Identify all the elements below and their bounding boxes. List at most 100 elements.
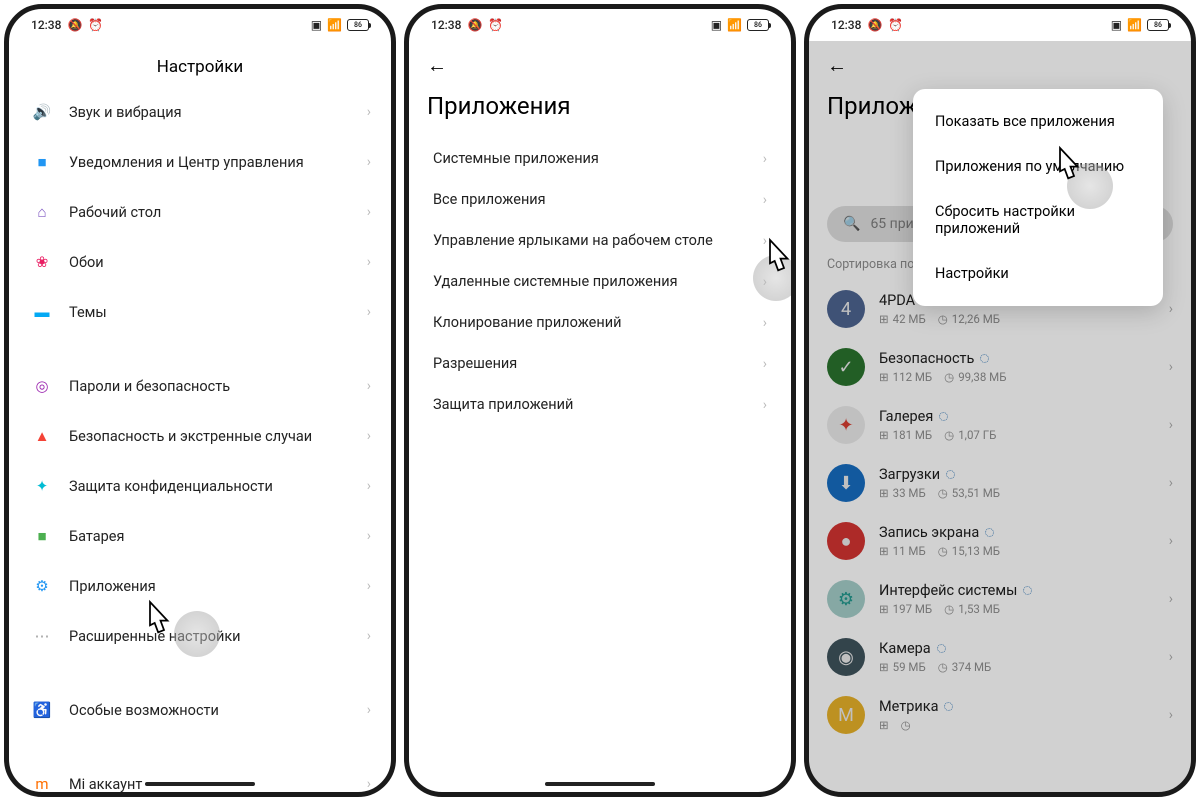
cast-icon: ▣: [311, 18, 322, 32]
chevron-right-icon: ›: [367, 428, 371, 444]
row-label: Безопасность и экстренные случаи: [69, 428, 367, 445]
settings-row[interactable]: ■ Батарея ›: [15, 511, 385, 561]
chevron-right-icon: ›: [367, 154, 371, 170]
row-label: Удаленные системные приложения: [433, 273, 763, 290]
apps-nav-row[interactable]: Клонирование приложений ›: [415, 302, 785, 343]
row-icon: ■: [29, 149, 55, 175]
back-button[interactable]: ←: [427, 53, 447, 77]
row-label: Звук и вибрация: [69, 104, 367, 121]
settings-row[interactable]: ⚙ Приложения ›: [15, 561, 385, 611]
row-label: Обои: [69, 254, 367, 271]
chevron-right-icon: ›: [763, 233, 767, 249]
apps-nav-row[interactable]: Удаленные системные приложения ›: [415, 261, 785, 302]
watermark: [174, 611, 220, 657]
settings-row[interactable]: ♿ Особые возможности ›: [15, 685, 385, 735]
wifi-icon: 📶: [1127, 18, 1142, 32]
dnd-icon: 🔕: [67, 18, 82, 32]
row-icon: 🔊: [29, 99, 55, 125]
row-label: Защита конфиденциальности: [69, 478, 367, 495]
status-time: 12:38: [431, 18, 461, 32]
menu-item[interactable]: Настройки: [913, 251, 1163, 296]
row-label: Рабочий стол: [69, 204, 367, 221]
settings-row[interactable]: ■ Уведомления и Центр управления ›: [15, 137, 385, 187]
row-label: Все приложения: [433, 191, 763, 208]
dnd-icon: 🔕: [867, 18, 882, 32]
chevron-right-icon: ›: [763, 356, 767, 372]
chevron-right-icon: ›: [763, 315, 767, 331]
settings-row[interactable]: ❀ Обои ›: [15, 237, 385, 287]
row-icon: ⋯: [29, 623, 55, 649]
settings-row[interactable]: m Mi аккаунт ›: [15, 759, 385, 792]
watermark: [1067, 163, 1113, 209]
row-label: Защита приложений: [433, 396, 763, 413]
wifi-icon: 📶: [327, 18, 342, 32]
watermark: [753, 255, 791, 301]
cast-icon: ▣: [711, 18, 722, 32]
chevron-right-icon: ›: [367, 578, 371, 594]
row-label: Приложения: [69, 578, 367, 595]
home-indicator[interactable]: [145, 782, 255, 786]
row-icon: ⚙: [29, 573, 55, 599]
settings-row[interactable]: ✦ Защита конфиденциальности ›: [15, 461, 385, 511]
chevron-right-icon: ›: [367, 702, 371, 718]
status-bar: 12:38 🔕 ⏰ ▣ 📶 86: [809, 9, 1191, 41]
battery-icon: 86: [747, 19, 769, 31]
settings-row[interactable]: ▬ Темы ›: [15, 287, 385, 337]
settings-row[interactable]: ▲ Безопасность и экстренные случаи ›: [15, 411, 385, 461]
menu-item[interactable]: Приложения по умолчанию: [913, 144, 1163, 189]
row-icon: m: [29, 771, 55, 792]
row-label: Пароли и безопасность: [69, 378, 367, 395]
chevron-right-icon: ›: [367, 628, 371, 644]
alarm-icon: ⏰: [488, 18, 503, 32]
status-time: 12:38: [831, 18, 861, 32]
chevron-right-icon: ›: [367, 304, 371, 320]
status-bar: 12:38 🔕 ⏰ ▣ 📶 86: [9, 9, 391, 41]
apps-nav-list: Системные приложения ›Все приложения ›Уп…: [409, 138, 791, 425]
phone-settings: 12:38 🔕 ⏰ ▣ 📶 86 Настройки 🔊 Звук и вибр…: [4, 4, 396, 797]
apps-nav-row[interactable]: Управление ярлыками на рабочем столе ›: [415, 220, 785, 261]
battery-icon: 86: [347, 19, 369, 31]
menu-item[interactable]: Показать все приложения: [913, 99, 1163, 144]
phone-apps: 12:38 🔕 ⏰ ▣ 📶 86 ← Приложения Системные …: [404, 4, 796, 797]
overflow-menu: Показать все приложенияПриложения по умо…: [913, 89, 1163, 306]
wifi-icon: 📶: [727, 18, 742, 32]
settings-row[interactable]: ⌂ Рабочий стол ›: [15, 187, 385, 237]
chevron-right-icon: ›: [763, 397, 767, 413]
chevron-right-icon: ›: [367, 254, 371, 270]
alarm-icon: ⏰: [88, 18, 103, 32]
row-icon: ♿: [29, 697, 55, 723]
settings-row[interactable]: ◎ Пароли и безопасность ›: [15, 361, 385, 411]
alarm-icon: ⏰: [888, 18, 903, 32]
chevron-right-icon: ›: [763, 151, 767, 167]
row-icon: ◎: [29, 373, 55, 399]
page-title: Настройки: [9, 41, 391, 87]
row-label: Уведомления и Центр управления: [69, 154, 367, 171]
page-title: Приложения: [409, 78, 791, 138]
row-label: Особые возможности: [69, 702, 367, 719]
settings-row[interactable]: 🔊 Звук и вибрация ›: [15, 87, 385, 137]
apps-nav-row[interactable]: Разрешения ›: [415, 343, 785, 384]
chevron-right-icon: ›: [367, 204, 371, 220]
row-icon: ▲: [29, 423, 55, 449]
menu-item[interactable]: Сбросить настройки приложений: [913, 189, 1163, 251]
row-icon: ❀: [29, 249, 55, 275]
row-label: Клонирование приложений: [433, 314, 763, 331]
row-icon: ✦: [29, 473, 55, 499]
settings-list: 🔊 Звук и вибрация ›■ Уведомления и Центр…: [9, 87, 391, 792]
row-label: Темы: [69, 304, 367, 321]
status-time: 12:38: [31, 18, 61, 32]
battery-icon: 86: [1147, 19, 1169, 31]
apps-nav-row[interactable]: Системные приложения ›: [415, 138, 785, 179]
status-bar: 12:38 🔕 ⏰ ▣ 📶 86: [409, 9, 791, 41]
row-label: Батарея: [69, 528, 367, 545]
chevron-right-icon: ›: [367, 478, 371, 494]
chevron-right-icon: ›: [367, 776, 371, 792]
phone-apps-menu: 12:38 🔕 ⏰ ▣ 📶 86 ← Приложения 🗑 Удаление…: [804, 4, 1196, 797]
home-indicator[interactable]: [545, 782, 655, 786]
apps-nav-row[interactable]: Все приложения ›: [415, 179, 785, 220]
apps-nav-row[interactable]: Защита приложений ›: [415, 384, 785, 425]
dnd-icon: 🔕: [467, 18, 482, 32]
row-label: Системные приложения: [433, 150, 763, 167]
row-label: Разрешения: [433, 355, 763, 372]
cast-icon: ▣: [1111, 18, 1122, 32]
